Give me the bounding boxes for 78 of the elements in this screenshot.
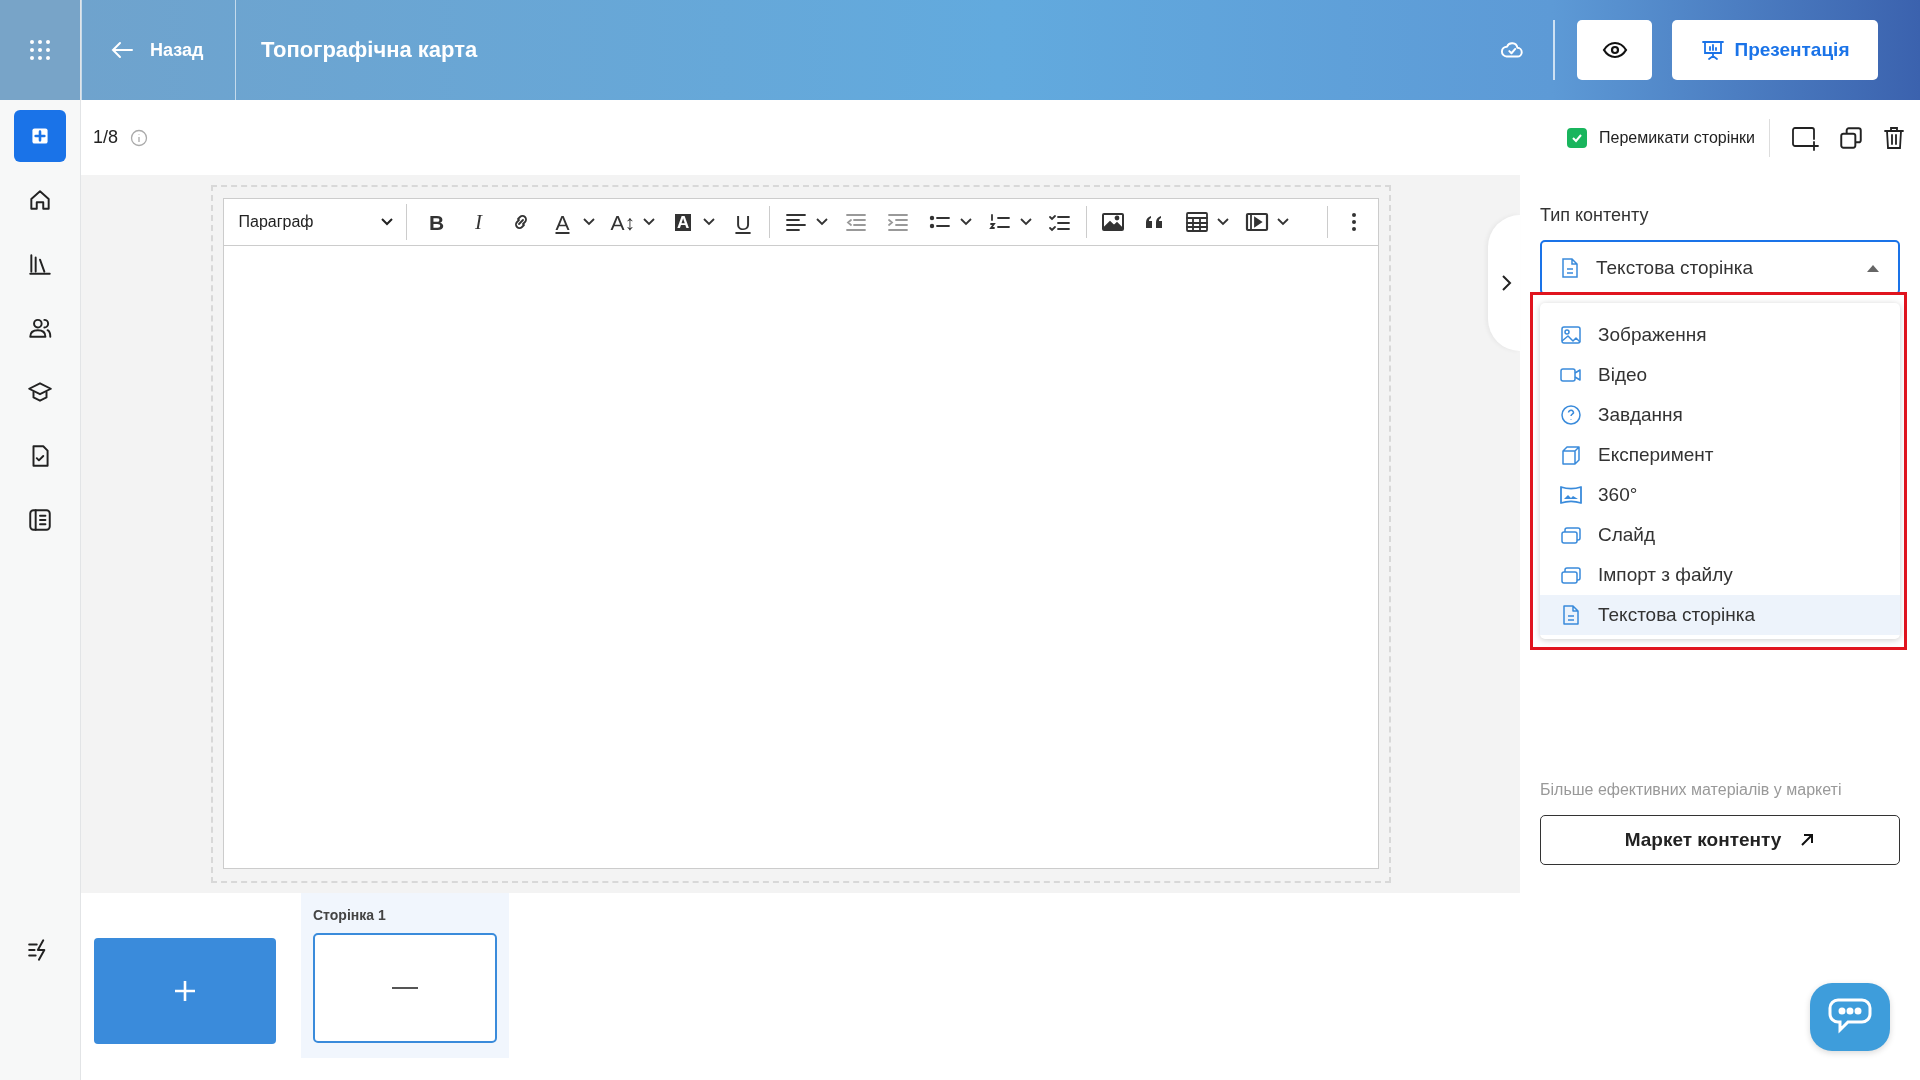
highlight-button[interactable]: A: [667, 204, 699, 240]
stacked-slides-icon: [1561, 567, 1581, 584]
switch-pages-label: Перемикати сторінки: [1599, 128, 1755, 147]
info-icon: [130, 128, 149, 147]
block-format-dropdown[interactable]: Параграф: [231, 204, 407, 240]
media-icon: [1245, 212, 1269, 232]
content-market-button[interactable]: Маркет контенту: [1540, 815, 1900, 865]
nav-create-button[interactable]: [14, 110, 66, 162]
question-circle-icon: [1561, 405, 1581, 425]
indent-icon: [888, 214, 908, 231]
caret-icon: [960, 218, 972, 226]
content-type-option[interactable]: Завдання: [1540, 395, 1900, 435]
stacked-slides-icon: [1561, 527, 1581, 544]
preview-button[interactable]: [1577, 20, 1652, 80]
font-color-button[interactable]: A: [546, 204, 579, 240]
graduation-cap-icon: [28, 382, 52, 402]
caret-icon: [816, 218, 828, 226]
chat-button[interactable]: [1810, 983, 1890, 1051]
bullet-list-icon: [929, 215, 950, 229]
caret-icon: [1277, 218, 1289, 226]
content-type-option[interactable]: Відео: [1540, 355, 1900, 395]
more-vertical-icon: [1350, 211, 1357, 233]
people-icon: [29, 318, 52, 338]
arrow-up-right-icon: [1799, 832, 1816, 848]
outdent-icon: [846, 214, 866, 231]
checklist-icon: [1049, 215, 1070, 232]
arrow-left-icon: [110, 40, 134, 60]
caret-icon: [643, 218, 655, 226]
caret-icon: [1020, 218, 1032, 226]
content-type-option[interactable]: Текстова сторінка: [1540, 595, 1900, 635]
align-left-icon: [786, 214, 806, 231]
content-type-option[interactable]: Слайд: [1540, 515, 1900, 555]
bold-button[interactable]: B: [420, 204, 453, 240]
page-card[interactable]: Сторінка 1: [301, 893, 509, 1058]
content-type-option[interactable]: Імпорт з файлу: [1540, 555, 1900, 595]
content-type-option[interactable]: Експеримент: [1540, 435, 1900, 475]
cube-icon: [1562, 446, 1580, 465]
underline-button[interactable]: U: [727, 204, 759, 240]
chevron-right-icon: [1500, 274, 1512, 292]
page-title: Топографічна карта: [261, 37, 478, 63]
content-type-select[interactable]: Текстова сторінка: [1540, 240, 1900, 295]
plus-icon: [32, 128, 48, 144]
trash-icon[interactable]: [1882, 124, 1906, 151]
copy-icon[interactable]: [1838, 124, 1864, 151]
caret-up-icon: [1866, 263, 1880, 272]
document-check-icon: [32, 445, 49, 467]
plus-icon: [173, 979, 197, 1003]
table-icon: [1186, 212, 1208, 232]
switch-pages-checkbox[interactable]: [1567, 127, 1587, 148]
caret-icon: [582, 218, 595, 226]
link-icon: [514, 215, 527, 229]
books-icon: [29, 254, 51, 275]
presentation-button[interactable]: Презентація: [1672, 20, 1878, 80]
image-icon: [1561, 326, 1581, 344]
home-icon: [30, 190, 50, 210]
journal-icon: [29, 509, 51, 531]
content-type-label: Тип контенту: [1540, 205, 1650, 226]
page-counter: 1/8: [93, 127, 119, 148]
grid-icon: [29, 39, 51, 61]
quote-icon: [1146, 216, 1162, 228]
panorama-icon: [1560, 486, 1582, 504]
caret-icon: [1217, 218, 1229, 226]
numbered-list-icon: [989, 214, 1010, 229]
eye-icon: [1601, 40, 1628, 60]
market-hint: Більше ефективних матеріалів у маркеті: [1540, 781, 1843, 799]
document-icon: [1563, 605, 1579, 625]
text-preview-line: [392, 987, 418, 989]
document-icon: [1560, 256, 1580, 279]
content-type-option[interactable]: Зображення: [1540, 315, 1900, 355]
content-type-option[interactable]: 360°: [1540, 475, 1900, 515]
italic-button[interactable]: I: [462, 204, 495, 240]
presentation-board-icon: [1700, 38, 1725, 62]
caret-icon: [703, 218, 715, 226]
image-icon: [1101, 213, 1125, 231]
page-label: Сторінка 1: [313, 907, 387, 923]
chevron-down-icon: [379, 217, 394, 227]
video-camera-icon: [1560, 368, 1581, 382]
font-size-button[interactable]: A↕: [606, 204, 639, 240]
